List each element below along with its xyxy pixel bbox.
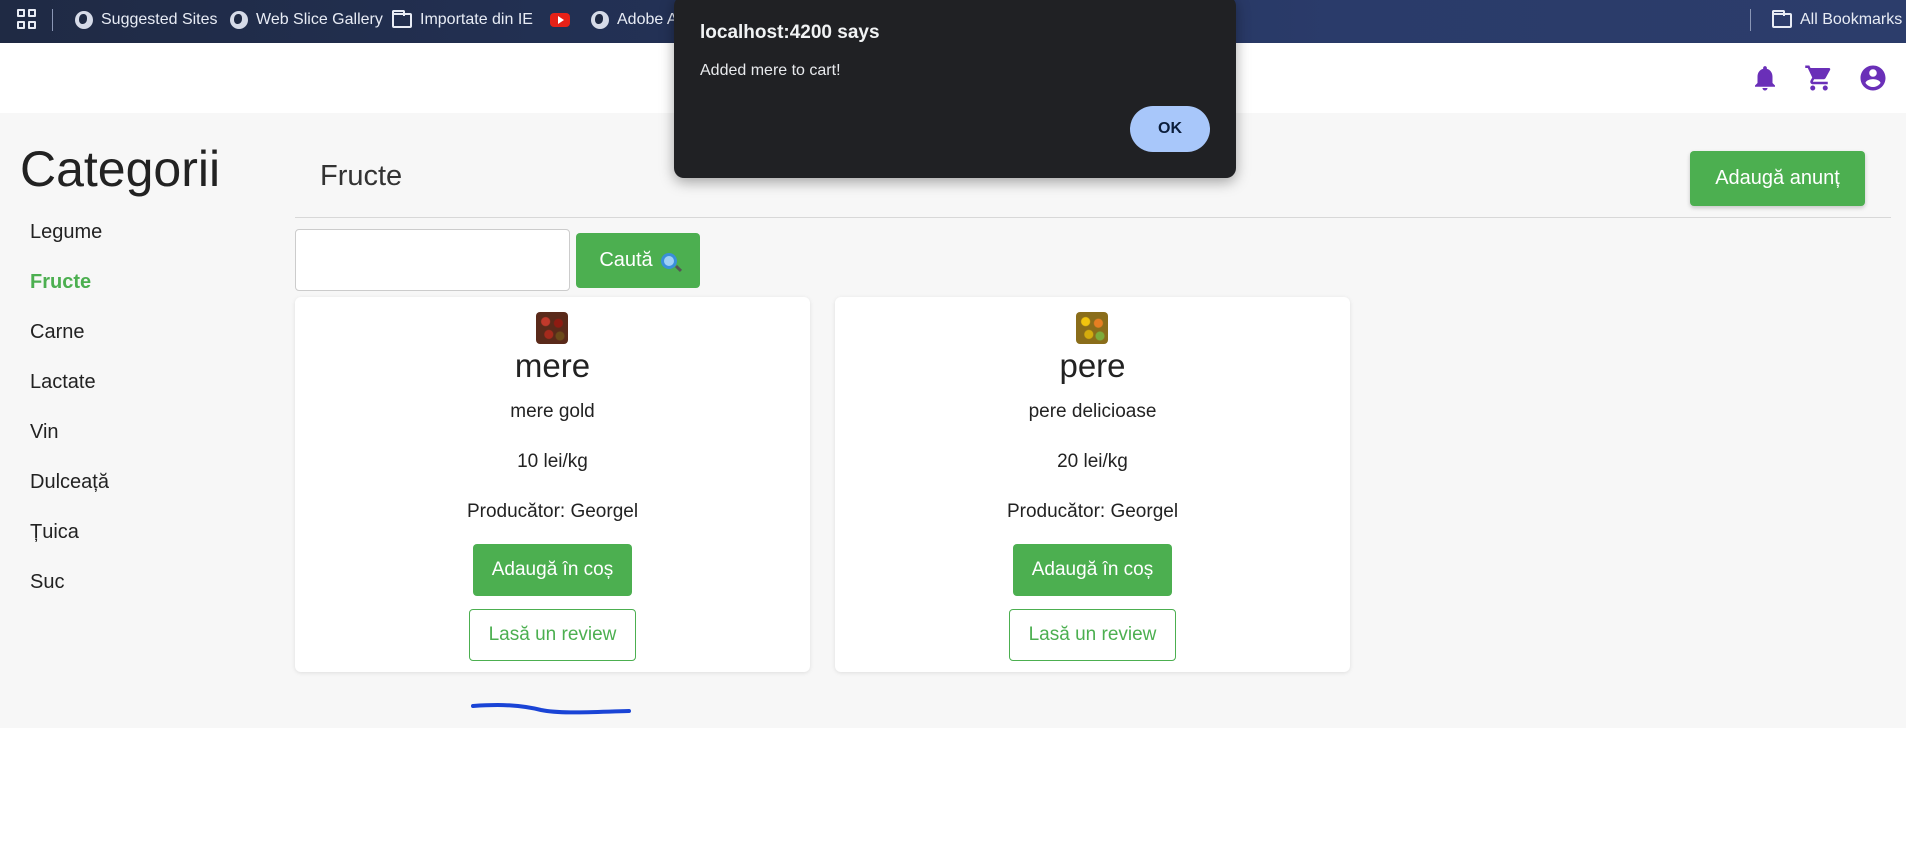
dialog-message: Added mere to cart!	[700, 62, 841, 79]
globe-icon	[230, 11, 248, 29]
product-card: mere mere gold 10 lei/kg Producător: Geo…	[295, 297, 810, 672]
product-price: 10 lei/kg	[517, 451, 588, 472]
add-listing-button[interactable]: Adaugă anunț	[1690, 151, 1865, 206]
category-vin[interactable]: Vin	[30, 421, 59, 444]
product-name: mere	[514, 347, 591, 384]
sidebar-title: Categorii	[20, 141, 221, 197]
bookmark-adobe[interactable]: Adobe A	[591, 9, 678, 31]
product-image	[1076, 312, 1108, 344]
cart-icon[interactable]	[1804, 63, 1834, 93]
search-button-label: Caută	[599, 249, 653, 271]
title-divider	[295, 217, 1891, 218]
bookmark-label: Importate din IE	[420, 11, 533, 28]
category-suc[interactable]: Suc	[30, 571, 64, 594]
page-title: Fructe	[320, 160, 403, 192]
category-carne[interactable]: Carne	[30, 321, 84, 344]
dialog-title: localhost:4200 says	[700, 22, 880, 43]
annotation-underline	[471, 703, 631, 715]
category-tuica[interactable]: Țuica	[30, 521, 79, 544]
leave-review-button[interactable]: Lasă un review	[1009, 609, 1176, 661]
bookmark-suggested-sites[interactable]: Suggested Sites	[75, 9, 218, 31]
account-icon[interactable]	[1858, 63, 1888, 93]
bookmark-label: Suggested Sites	[101, 11, 218, 28]
main-area: Categorii Legume Fructe Carne Lactate Vi…	[0, 113, 1906, 728]
bookmark-label: Web Slice Gallery	[256, 11, 383, 28]
globe-icon	[75, 11, 93, 29]
product-producer: Producător: Georgel	[466, 501, 639, 522]
globe-icon	[591, 11, 609, 29]
magnifier-icon	[660, 252, 677, 269]
leave-review-button[interactable]: Lasă un review	[469, 609, 636, 661]
youtube-icon	[550, 13, 570, 27]
all-bookmarks-label: All Bookmarks	[1800, 11, 1903, 28]
category-dulceata[interactable]: Dulceață	[30, 471, 109, 494]
product-price: 20 lei/kg	[1057, 451, 1128, 472]
product-image	[536, 312, 568, 344]
all-bookmarks[interactable]: All Bookmarks	[1772, 9, 1902, 31]
search-input[interactable]	[295, 229, 570, 291]
apps-grid-icon[interactable]	[17, 9, 37, 29]
bookmark-youtube[interactable]	[550, 9, 570, 31]
search-button[interactable]: Caută	[576, 233, 700, 288]
bookmark-importate-din-ie[interactable]: Importate din IE	[392, 9, 533, 31]
add-to-cart-button[interactable]: Adaugă în coș	[1013, 544, 1172, 596]
product-description: pere delicioase	[1028, 401, 1157, 422]
category-legume[interactable]: Legume	[30, 221, 102, 244]
bell-icon[interactable]	[1750, 63, 1780, 93]
bookmark-label: Adobe A	[617, 11, 678, 28]
bookmark-web-slice-gallery[interactable]: Web Slice Gallery	[230, 9, 383, 31]
category-lactate[interactable]: Lactate	[30, 371, 96, 394]
folder-icon	[1772, 9, 1792, 28]
category-fructe[interactable]: Fructe	[30, 271, 91, 294]
bookmarks-divider	[1750, 9, 1751, 31]
product-description: mere gold	[510, 401, 595, 422]
bookmarks-divider	[52, 9, 53, 31]
product-card: pere pere delicioase 20 lei/kg Producăto…	[835, 297, 1350, 672]
add-to-cart-button[interactable]: Adaugă în coș	[473, 544, 632, 596]
product-name: pere	[1059, 347, 1126, 384]
ok-button[interactable]: OK	[1130, 106, 1210, 152]
folder-icon	[392, 9, 412, 28]
product-producer: Producător: Georgel	[1006, 501, 1179, 522]
alert-dialog: localhost:4200 says Added mere to cart! …	[674, 0, 1236, 178]
